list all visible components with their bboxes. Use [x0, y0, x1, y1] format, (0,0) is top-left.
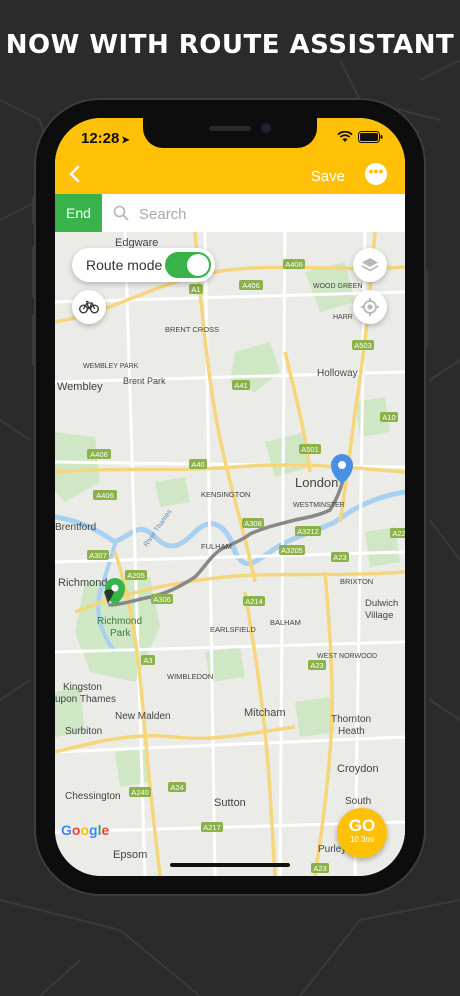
volume-up-button	[32, 246, 36, 298]
svg-text:A3212: A3212	[297, 527, 319, 536]
go-label: GO	[348, 816, 376, 835]
route-distance: 10.3mi	[349, 835, 374, 844]
svg-text:BRENT CROSS: BRENT CROSS	[165, 325, 219, 334]
svg-text:WOOD GREEN: WOOD GREEN	[313, 283, 362, 290]
svg-text:WEST NORWOOD: WEST NORWOOD	[317, 653, 377, 660]
svg-text:EARLSFIELD: EARLSFIELD	[210, 625, 256, 634]
mute-switch	[32, 196, 36, 224]
notch	[143, 118, 317, 148]
bike-mode-button[interactable]	[72, 290, 106, 324]
my-location-button[interactable]	[353, 290, 387, 324]
svg-text:HARR: HARR	[333, 314, 353, 321]
svg-text:A3: A3	[143, 656, 152, 665]
crosshair-icon	[361, 298, 379, 316]
svg-text:Mitcham: Mitcham	[244, 707, 286, 719]
svg-text:upon Thames: upon Thames	[55, 694, 116, 705]
status-time: 12:28 ➤	[81, 130, 130, 147]
svg-text:Brentford: Brentford	[55, 522, 96, 533]
svg-text:A406: A406	[90, 450, 108, 459]
status-icons	[337, 131, 383, 143]
volume-down-button	[32, 314, 36, 366]
svg-text:A23: A23	[333, 553, 346, 562]
svg-text:A406: A406	[242, 281, 260, 290]
svg-text:A501: A501	[301, 445, 319, 454]
svg-text:A308: A308	[244, 519, 262, 528]
location-arrow-icon: ➤	[121, 135, 130, 146]
svg-text:Chessington: Chessington	[65, 791, 121, 802]
go-button[interactable]: GO 10.3mi	[337, 808, 387, 858]
svg-text:KENSINGTON: KENSINGTON	[201, 490, 250, 499]
svg-text:Croydon: Croydon	[337, 763, 379, 775]
svg-text:A41: A41	[234, 381, 247, 390]
svg-text:Heath: Heath	[338, 726, 365, 737]
power-button	[424, 270, 428, 348]
svg-text:Thornton: Thornton	[331, 714, 371, 725]
layers-icon	[361, 258, 379, 272]
front-camera	[261, 123, 271, 133]
svg-text:A306: A306	[153, 595, 171, 604]
svg-text:WIMBLEDON: WIMBLEDON	[167, 672, 213, 681]
svg-text:A3205: A3205	[281, 546, 303, 555]
back-button[interactable]	[67, 164, 83, 184]
wifi-icon	[337, 131, 353, 142]
save-button[interactable]: Save	[311, 168, 345, 185]
route-mode-switch[interactable]	[165, 252, 211, 278]
svg-text:Village: Village	[365, 610, 393, 621]
bicycle-icon	[79, 300, 99, 314]
phone-screen: 12:28 ➤ Save ••• End Search A406 A1 A406…	[55, 118, 405, 876]
svg-text:Richmond: Richmond	[58, 577, 108, 589]
svg-text:BALHAM: BALHAM	[270, 618, 301, 627]
svg-text:Park: Park	[110, 628, 132, 639]
end-button[interactable]: End	[55, 194, 102, 232]
switch-knob	[187, 254, 209, 276]
svg-text:South: South	[345, 796, 371, 807]
search-icon	[113, 205, 129, 221]
svg-text:A24: A24	[170, 783, 183, 792]
route-mode-label: Route mode	[86, 257, 163, 273]
svg-text:A1: A1	[191, 285, 200, 294]
svg-text:BRIXTON: BRIXTON	[340, 577, 373, 586]
search-bar: End	[55, 194, 405, 232]
map-layers-button[interactable]	[353, 248, 387, 282]
svg-text:Kingston: Kingston	[63, 682, 102, 693]
search-input[interactable]	[137, 202, 391, 226]
svg-text:WESTMINSTER: WESTMINSTER	[293, 502, 345, 509]
svg-text:A205: A205	[127, 571, 145, 580]
svg-text:London: London	[295, 475, 338, 490]
svg-text:WEMBLEY PARK: WEMBLEY PARK	[83, 363, 139, 370]
svg-text:Sutton: Sutton	[214, 797, 246, 809]
speaker	[209, 126, 251, 131]
svg-text:Surbiton: Surbiton	[65, 726, 102, 737]
svg-text:A307: A307	[89, 551, 107, 560]
home-indicator[interactable]	[170, 863, 290, 867]
svg-text:A406: A406	[285, 260, 303, 269]
more-options-button[interactable]: •••	[365, 163, 387, 185]
svg-text:A40: A40	[191, 460, 204, 469]
svg-text:A22: A22	[392, 529, 405, 538]
headline: NOW WITH ROUTE ASSISTANT	[5, 30, 455, 60]
svg-text:A214: A214	[245, 597, 263, 606]
svg-text:Brent Park: Brent Park	[123, 376, 166, 386]
ellipsis-icon: •••	[368, 163, 384, 179]
svg-text:Dulwich: Dulwich	[365, 598, 398, 609]
svg-text:A10: A10	[382, 413, 395, 422]
svg-text:A240: A240	[131, 788, 149, 797]
svg-text:A217: A217	[203, 823, 221, 832]
map-view[interactable]: A406 A1 A406 A503 A41 A10 A406 A40 A501 …	[55, 232, 405, 876]
battery-icon	[358, 131, 383, 143]
svg-text:A406: A406	[96, 491, 114, 500]
svg-text:Holloway: Holloway	[317, 368, 358, 379]
svg-text:A23: A23	[310, 661, 323, 670]
svg-text:New Malden: New Malden	[115, 711, 171, 722]
svg-text:FULHAM: FULHAM	[201, 542, 232, 551]
svg-text:A23: A23	[313, 864, 326, 873]
svg-text:Wembley: Wembley	[57, 381, 103, 393]
google-attribution: Google	[61, 822, 110, 838]
svg-text:Richmond: Richmond	[97, 616, 142, 627]
route-mode-toggle[interactable]: Route mode	[72, 248, 215, 282]
svg-text:Epsom: Epsom	[113, 849, 147, 861]
svg-text:A503: A503	[354, 341, 372, 350]
